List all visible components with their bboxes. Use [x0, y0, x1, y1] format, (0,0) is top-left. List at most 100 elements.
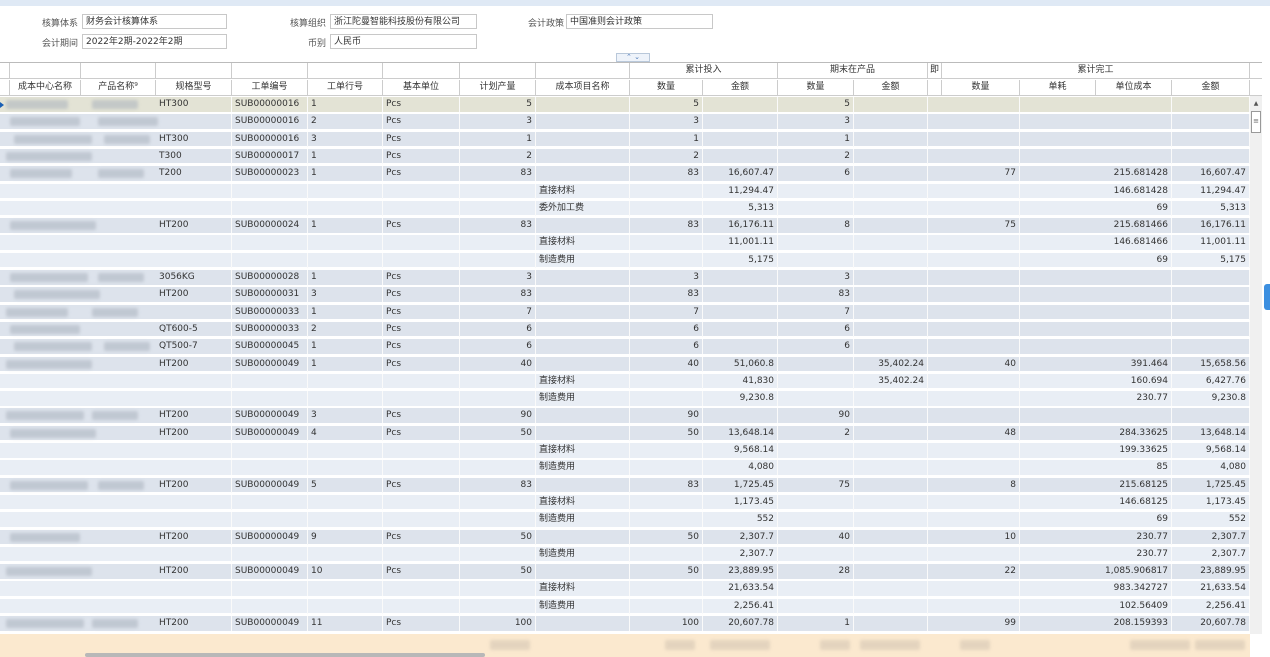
col-unit[interactable]: 基本单位 — [383, 80, 460, 96]
unit-cost-cell: 215.68125 — [1096, 477, 1172, 493]
cost-item-cell: 直接材料 — [536, 494, 630, 510]
order-no-cell: SUB00000049 — [232, 564, 308, 580]
unit-cell: Pcs — [383, 218, 460, 234]
scroll-thumb[interactable]: ≡ — [1251, 111, 1261, 133]
table-row[interactable]: 制造费用 9,230.8 230.77 9,230.8 — [0, 391, 1250, 407]
table-row[interactable]: 制造费用 5,175 69 5,175 — [0, 252, 1250, 269]
wip-amount-cell — [854, 200, 928, 216]
col-input-amount[interactable]: 金额 — [703, 80, 778, 96]
table-row[interactable]: 3056KG SUB00000028 1 Pcs 3 3 3 — [0, 270, 1250, 286]
wip-amount-cell — [854, 252, 928, 268]
table-row[interactable]: HT300 SUB00000016 1 Pcs 5 5 5 — [0, 97, 1250, 113]
done-qty-cell: 75 — [942, 218, 1020, 234]
table-row[interactable]: 委外加工费 5,313 69 5,313 — [0, 200, 1250, 217]
line-no-cell: 5 — [308, 477, 383, 493]
redacted-cost-center — [14, 290, 100, 300]
table-row[interactable]: HT200 SUB00000049 3 Pcs 90 90 90 — [0, 408, 1250, 424]
table-row[interactable]: 制造费用 4,080 85 4,080 — [0, 460, 1250, 476]
table-row[interactable]: SUB00000016 2 Pcs 3 3 3 — [0, 114, 1250, 130]
redacted-cost-center — [10, 221, 96, 231]
filter-icon[interactable]: ⁹ — [134, 82, 138, 92]
table-row[interactable]: QT600-5 SUB00000033 2 Pcs 6 6 6 — [0, 321, 1250, 338]
line-no-cell — [308, 546, 383, 562]
col-wip-amount[interactable]: 金额 — [854, 80, 928, 96]
input-amount-cell — [703, 304, 778, 320]
col-cost-item[interactable]: 成本项目名称 — [536, 80, 630, 96]
table-row[interactable]: HT200 SUB00000024 1 Pcs 83 83 16,176.11 8 75 215.… — [0, 218, 1250, 234]
table-row[interactable]: T300 SUB00000017 1 Pcs 2 2 2 — [0, 148, 1250, 165]
unit-cost-cell: 69 — [1096, 200, 1172, 216]
table-row[interactable]: HT200 SUB00000049 10 Pcs 50 50 23,889.95 28 22 1,… — [0, 564, 1250, 580]
line-no-cell: 3 — [308, 131, 383, 147]
input-qty-cell: 83 — [630, 166, 703, 182]
redacted-cost-center — [10, 117, 80, 127]
table-row[interactable]: HT200 SUB00000031 3 Pcs 83 83 83 — [0, 287, 1250, 303]
col-cost-center[interactable]: 成本中心名称 — [10, 80, 81, 96]
table-row[interactable]: T200 SUB00000023 1 Pcs 83 83 16,607.47 6 77 215.6… — [0, 166, 1250, 182]
table-row[interactable]: HT300 SUB00000016 3 Pcs 1 1 1 — [0, 131, 1250, 148]
period-field[interactable]: 2022年2期-2022年2期 — [82, 34, 227, 49]
accounting-org-field[interactable]: 浙江陀曼智能科技股份有限公司 — [330, 14, 477, 29]
collapse-toggle[interactable]: ⌃ ⌄ — [616, 53, 650, 62]
col-plan-qty[interactable]: 计划产量 — [460, 80, 536, 96]
col-done-amount[interactable]: 金额 — [1172, 80, 1250, 96]
done-qty-cell: 40 — [942, 356, 1020, 372]
currency-field[interactable]: 人民币 — [330, 34, 477, 49]
table-row[interactable]: 制造费用 552 69 552 — [0, 512, 1250, 528]
table-row[interactable]: SUB00000033 1 Pcs 7 7 7 — [0, 304, 1250, 321]
table-row[interactable]: 直接材料 1,173.45 146.68125 1,173.45 — [0, 494, 1250, 511]
spec-cell — [156, 512, 232, 528]
input-amount-cell: 5,313 — [703, 200, 778, 216]
col-product[interactable]: 产品名称⁹ — [81, 80, 156, 96]
col-order-no[interactable]: 工单编号 — [232, 80, 308, 96]
table-row[interactable]: HT200 SUB00000049 9 Pcs 50 50 2,307.7 40 10 230.7… — [0, 529, 1250, 546]
redacted-product-name — [98, 117, 158, 127]
scroll-up-icon[interactable]: ▲ — [1251, 100, 1261, 108]
input-qty-cell: 5 — [630, 97, 703, 112]
plan-qty-cell: 3 — [460, 270, 536, 285]
table-row[interactable]: 制造费用 2,307.7 230.77 2,307.7 — [0, 546, 1250, 563]
plan-qty-cell: 7 — [460, 304, 536, 320]
col-input-qty[interactable]: 数量 — [630, 80, 703, 96]
wip-amount-cell — [854, 443, 928, 458]
plan-qty-cell: 50 — [460, 564, 536, 580]
accounting-system-field[interactable]: 财务会计核算体系 — [82, 14, 227, 29]
table-row[interactable]: HT200 SUB00000049 1 Pcs 40 40 51,060.8 35,402.2… — [0, 356, 1250, 373]
vertical-scrollbar[interactable] — [1250, 96, 1262, 634]
cost-item-cell — [536, 218, 630, 234]
table-row[interactable]: 直接材料 11,294.47 146.681428 11,294.47 — [0, 183, 1250, 200]
input-amount-cell: 23,889.95 — [703, 564, 778, 580]
done-amount-cell — [1172, 321, 1250, 337]
col-wip-qty[interactable]: 数量 — [778, 80, 854, 96]
plan-qty-cell — [460, 598, 536, 614]
done-qty-cell: 48 — [942, 425, 1020, 441]
plan-qty-cell: 6 — [460, 339, 536, 355]
table-row[interactable]: 制造费用 2,256.41 102.56409 2,256.41 — [0, 598, 1250, 615]
spec-cell — [156, 443, 232, 458]
table-row[interactable]: HT200 SUB00000049 11 Pcs 100 100 20,607.78 1 99 2… — [0, 616, 1250, 632]
line-no-cell: 1 — [308, 304, 383, 320]
table-row[interactable]: QT500-7 SUB00000045 1 Pcs 6 6 6 — [0, 339, 1250, 355]
order-no-cell: SUB00000049 — [232, 529, 308, 545]
input-amount-cell: 41,830 — [703, 373, 778, 389]
col-spec[interactable]: 规格型号 — [156, 80, 232, 96]
table-row[interactable]: HT200 SUB00000049 5 Pcs 83 83 1,725.45 75 8 215.6… — [0, 477, 1250, 494]
table-row[interactable]: 直接材料 21,633.54 983.342727 21,633.54 — [0, 581, 1250, 597]
col-done-qty[interactable]: 数量 — [942, 80, 1020, 96]
col-line[interactable]: 工单行号 — [308, 80, 383, 96]
wip-qty-cell: 8 — [778, 218, 854, 234]
spec-cell — [156, 391, 232, 407]
unit-cell — [383, 235, 460, 251]
done-amount-cell: 9,568.14 — [1172, 443, 1250, 458]
horizontal-scrollbar[interactable] — [85, 653, 485, 657]
col-consumption[interactable]: 单耗 — [1020, 80, 1096, 96]
table-row[interactable]: 直接材料 9,568.14 199.33625 9,568.14 — [0, 443, 1250, 459]
input-amount-cell: 4,080 — [703, 460, 778, 476]
table-row[interactable]: 直接材料 41,830 35,402.24 160.694 6,427.76 — [0, 373, 1250, 390]
input-qty-cell: 50 — [630, 529, 703, 545]
side-panel-tab[interactable] — [1264, 284, 1270, 310]
accounting-policy-field[interactable]: 中国准则会计政策 — [566, 14, 713, 29]
table-row[interactable]: HT200 SUB00000049 4 Pcs 50 50 13,648.14 2 48 284.… — [0, 425, 1250, 442]
table-row[interactable]: 直接材料 11,001.11 146.681466 11,001.11 — [0, 235, 1250, 251]
col-unit-cost[interactable]: 单位成本 — [1096, 80, 1172, 96]
